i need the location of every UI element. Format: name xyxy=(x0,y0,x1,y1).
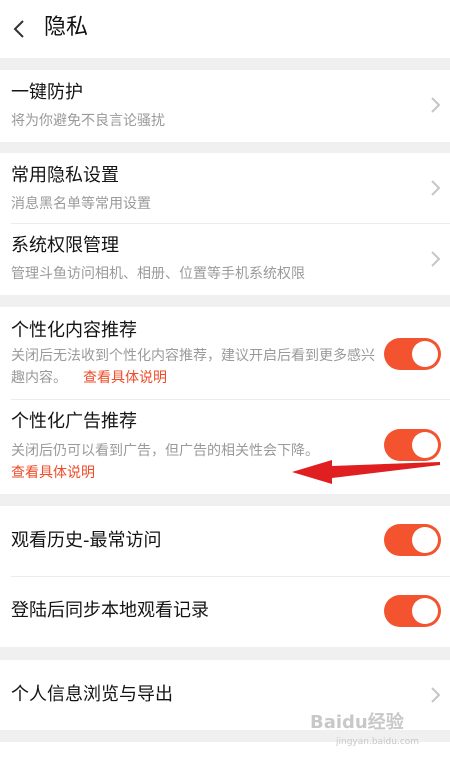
toggle-knob xyxy=(412,341,438,367)
toggle-knob xyxy=(412,432,438,458)
personalized-ads-desc-text: 关闭后仍可以看到广告，但广告的相关性会下降。 xyxy=(11,443,319,459)
toggle-knob xyxy=(412,527,438,553)
watch-history-row: 观看历史-最常访问 xyxy=(0,506,450,576)
personalized-content-title: 个性化内容推荐 xyxy=(11,320,137,341)
protection-card: 一键防护 将为你避免不良言论骚扰 xyxy=(0,70,450,142)
personalized-content-row: 个性化内容推荐 关闭后无法收到个性化内容推荐，建议开启后看到更多感兴趣内容。 查看… xyxy=(0,307,450,399)
personalized-ads-details-link[interactable]: 查看具体说明 xyxy=(11,465,95,481)
watermark-text: Baidu经验 xyxy=(310,711,405,733)
sync-records-toggle[interactable] xyxy=(384,595,441,627)
personalized-content-details-link[interactable]: 查看具体说明 xyxy=(83,370,167,386)
privacy-settings-card: 常用隐私设置 消息黑名单等常用设置 系统权限管理 管理斗鱼访问相机、相册、位置等… xyxy=(0,153,450,295)
personal-info-title: 个人信息浏览与导出 xyxy=(11,684,173,705)
watch-history-title: 观看历史-最常访问 xyxy=(11,530,162,551)
permissions-title: 系统权限管理 xyxy=(11,235,119,256)
chevron-right-icon xyxy=(431,97,441,113)
common-privacy-row[interactable]: 常用隐私设置 消息黑名单等常用设置 xyxy=(0,153,450,223)
personalized-ads-title: 个性化广告推荐 xyxy=(11,411,137,432)
protection-row[interactable]: 一键防护 将为你避免不良言论骚扰 xyxy=(0,70,450,142)
page-title: 隐私 xyxy=(44,15,89,40)
watermark-subtext: jingyan.baidu.com xyxy=(335,737,419,747)
personalized-content-desc-text: 关闭后无法收到个性化内容推荐，建议开启后看到更多感兴趣内容。 xyxy=(11,348,375,386)
protection-subtitle: 将为你避免不良言论骚扰 xyxy=(11,113,165,129)
protection-title: 一键防护 xyxy=(11,82,83,103)
sync-records-row: 登陆后同步本地观看记录 xyxy=(0,577,450,647)
toggle-knob xyxy=(412,598,438,624)
common-privacy-title: 常用隐私设置 xyxy=(11,165,119,186)
history-card: 观看历史-最常访问 登陆后同步本地观看记录 xyxy=(0,506,450,647)
permissions-subtitle: 管理斗鱼访问相机、相册、位置等手机系统权限 xyxy=(11,266,305,282)
top-bar: 隐私 xyxy=(0,0,450,58)
watch-history-toggle[interactable] xyxy=(384,524,441,556)
permissions-row[interactable]: 系统权限管理 管理斗鱼访问相机、相册、位置等手机系统权限 xyxy=(0,224,450,295)
chevron-right-icon xyxy=(431,251,441,267)
chevron-right-icon xyxy=(431,687,441,703)
sync-records-title: 登陆后同步本地观看记录 xyxy=(11,600,209,621)
personalized-content-toggle[interactable] xyxy=(384,338,441,370)
chevron-right-icon xyxy=(431,180,441,196)
personalized-content-desc: 关闭后无法收到个性化内容推荐，建议开启后看到更多感兴趣内容。 查看具体说明 xyxy=(11,345,383,389)
common-privacy-subtitle: 消息黑名单等常用设置 xyxy=(11,196,151,212)
back-arrow-icon[interactable] xyxy=(8,12,32,46)
baidu-jingyan-watermark: Baidu经验 jingyan.baidu.com xyxy=(310,711,419,747)
annotation-arrow-icon xyxy=(292,460,440,484)
